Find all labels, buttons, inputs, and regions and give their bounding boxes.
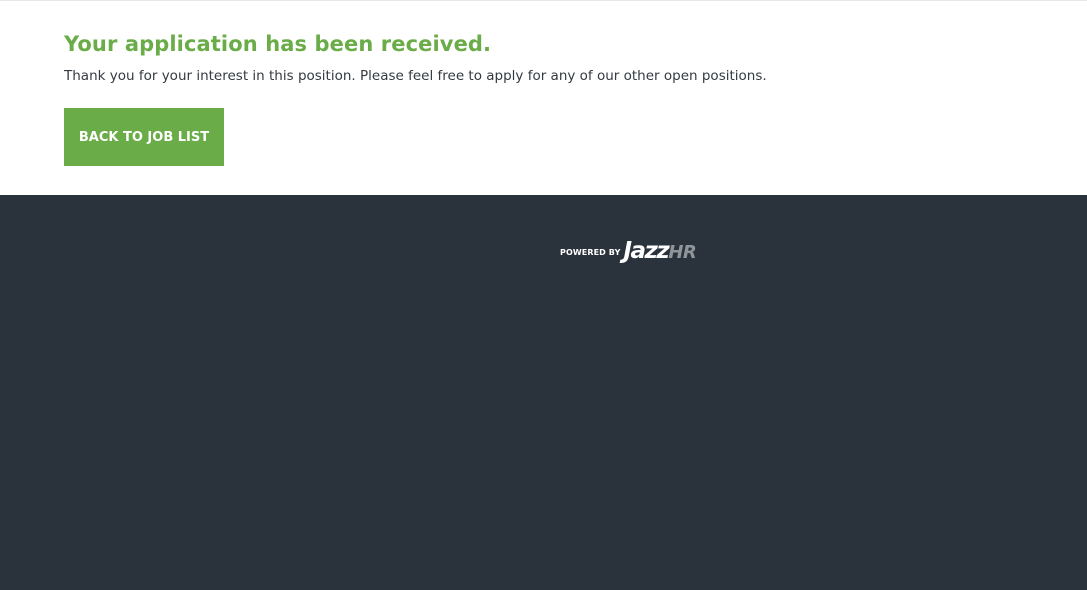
powered-by-jazzhr-logo[interactable]: POWERED BY JazzHR [560, 237, 697, 267]
confirmation-message: Thank you for your interest in this posi… [64, 68, 767, 84]
application-confirmation-page: Your application has been received. Than… [0, 0, 1087, 590]
powered-by-label: POWERED BY [560, 247, 621, 257]
confirmation-title: Your application has been received. [64, 32, 492, 56]
jazzhr-wordmark: JazzHR [623, 237, 696, 267]
back-to-job-list-button[interactable]: BACK TO JOB LIST [64, 108, 224, 166]
jazzhr-wordmark-primary: Jazz [623, 238, 669, 264]
jazzhr-wordmark-secondary: HR [668, 242, 697, 263]
confirmation-panel: Your application has been received. Than… [0, 0, 1087, 195]
